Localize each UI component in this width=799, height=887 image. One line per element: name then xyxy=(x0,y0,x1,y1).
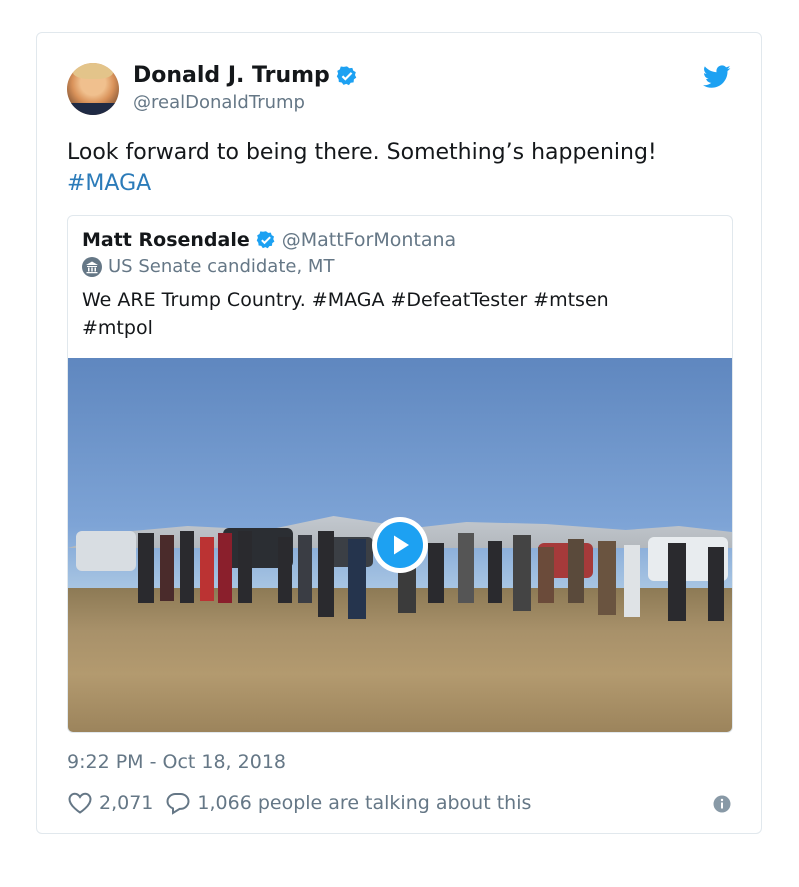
verified-icon xyxy=(256,231,275,249)
author-name[interactable]: Donald J. Trump xyxy=(133,63,330,88)
quoted-text-line-1: We ARE Trump Country. #MAGA #DefeatTeste… xyxy=(82,289,609,311)
tweet-timestamp[interactable]: 9:22 PM - Oct 18, 2018 xyxy=(67,751,286,773)
quoted-text: We ARE Trump Country. #MAGA #DefeatTeste… xyxy=(82,286,702,342)
tweet-actions: 2,071 1,066 people are talking about thi… xyxy=(67,791,531,815)
quoted-author-label: US Senate candidate, MT xyxy=(82,256,334,277)
replies-text[interactable]: 1,066 people are talking about this xyxy=(197,792,531,814)
quoted-tweet[interactable]: Matt Rosendale @MattForMontana US Senate… xyxy=(67,215,733,733)
quoted-author-name[interactable]: Matt Rosendale xyxy=(82,229,250,251)
verified-icon xyxy=(336,65,357,85)
video-thumbnail[interactable] xyxy=(68,358,732,732)
twitter-bird-icon[interactable] xyxy=(703,65,731,89)
embedded-tweet-card: Donald J. Trump @realDonaldTrump Look fo… xyxy=(36,32,762,834)
tweet-body: Look forward to being there. Something’s… xyxy=(67,140,657,165)
author-avatar[interactable] xyxy=(67,63,119,115)
author-name-row[interactable]: Donald J. Trump xyxy=(133,63,358,88)
tweet-text: Look forward to being there. Something’s… xyxy=(67,137,727,199)
quoted-header: Matt Rosendale @MattForMontana xyxy=(82,229,456,251)
play-button[interactable] xyxy=(372,517,428,573)
like-count[interactable]: 2,071 xyxy=(99,792,153,814)
author-handle[interactable]: @realDonaldTrump xyxy=(133,92,305,113)
play-icon xyxy=(394,535,409,555)
reply-bubble-icon[interactable] xyxy=(165,791,191,815)
quoted-author-handle[interactable]: @MattForMontana xyxy=(282,229,456,251)
quoted-label-text: US Senate candidate, MT xyxy=(108,256,335,277)
hashtag-link[interactable]: #MAGA xyxy=(67,168,727,199)
info-icon[interactable] xyxy=(713,795,731,813)
government-building-icon xyxy=(82,256,102,277)
quoted-text-line-2: #mtpol xyxy=(82,317,153,339)
heart-icon[interactable] xyxy=(67,791,93,815)
